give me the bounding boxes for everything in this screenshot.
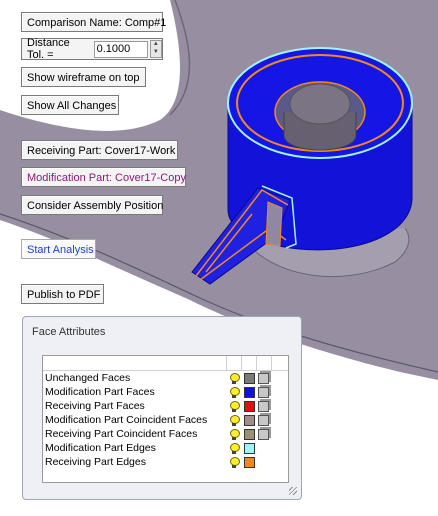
face-attribute-label: Receiving Part Faces xyxy=(45,400,145,412)
spin-up-icon[interactable]: ▲ xyxy=(151,41,161,49)
color-swatch[interactable] xyxy=(244,428,255,440)
show-wireframe-button[interactable]: Show wireframe on top xyxy=(21,67,146,87)
header-visibility-col xyxy=(227,356,242,370)
lightbulb-icon[interactable] xyxy=(229,456,240,468)
show-all-changes-button[interactable]: Show All Changes xyxy=(21,95,119,115)
list-header xyxy=(43,356,288,371)
header-style-col xyxy=(257,356,272,370)
modification-part-button[interactable]: Modification Part: Cover17-Copy xyxy=(21,167,186,187)
face-attribute-row[interactable]: Modification Part Edges xyxy=(43,441,288,455)
face-attribute-row[interactable]: Modification Part Faces xyxy=(43,385,288,399)
publish-pdf-button[interactable]: Publish to PDF xyxy=(21,284,104,304)
header-label-col xyxy=(43,356,227,370)
face-attribute-row[interactable]: Receiving Part Edges xyxy=(43,455,288,469)
face-attribute-label: Receiving Part Edges xyxy=(45,456,146,468)
lightbulb-icon[interactable] xyxy=(229,414,240,426)
face-attribute-rows: Unchanged Faces Modification Part Faces Re… xyxy=(43,371,288,469)
display-style-icon[interactable] xyxy=(258,386,269,398)
lightbulb-icon[interactable] xyxy=(229,428,240,440)
display-style-icon[interactable] xyxy=(258,414,269,426)
spin-down-icon[interactable]: ▼ xyxy=(151,49,161,57)
color-swatch[interactable] xyxy=(244,400,255,412)
distance-tolerance-field: Distance Tol. = ▲ ▼ xyxy=(21,37,163,61)
face-attribute-label: Modification Part Edges xyxy=(45,442,156,454)
face-attribute-label: Unchanged Faces xyxy=(45,372,131,384)
face-attribute-label: Receiving Part Coincident Faces xyxy=(45,428,198,440)
face-attribute-row[interactable]: Receiving Part Coincident Faces xyxy=(43,427,288,441)
lightbulb-icon[interactable] xyxy=(229,442,240,454)
face-attributes-list: Unchanged Faces Modification Part Faces Re… xyxy=(42,355,289,483)
display-style-icon[interactable] xyxy=(258,372,269,384)
comparison-name-label: Comparison Name: Comp#1 xyxy=(21,12,166,32)
lightbulb-icon[interactable] xyxy=(229,372,240,384)
distance-tol-label: Distance Tol. = xyxy=(27,37,70,61)
distance-tol-input[interactable] xyxy=(93,40,148,58)
color-swatch[interactable] xyxy=(244,442,255,454)
header-color-col xyxy=(242,356,257,370)
display-style-icon[interactable] xyxy=(258,400,269,412)
display-style-icon[interactable] xyxy=(258,428,269,440)
consider-assembly-button[interactable]: Consider Assembly Position xyxy=(21,195,163,215)
face-attribute-label: Modification Part Faces xyxy=(45,386,155,398)
face-attributes-panel: Face Attributes Unchanged Faces Modificat… xyxy=(22,316,302,500)
face-attribute-label: Modification Part Coincident Faces xyxy=(45,414,208,426)
color-swatch[interactable] xyxy=(244,414,255,426)
distance-tol-spinner[interactable]: ▲ ▼ xyxy=(149,40,162,58)
face-attribute-row[interactable]: Modification Part Coincident Faces xyxy=(43,413,288,427)
lightbulb-icon[interactable] xyxy=(229,386,240,398)
receiving-part-button[interactable]: Receiving Part: Cover17-Work xyxy=(21,140,178,160)
face-attribute-row[interactable]: Unchanged Faces xyxy=(43,371,288,385)
face-attributes-title: Face Attributes xyxy=(32,326,106,338)
resize-grip-icon[interactable] xyxy=(289,487,297,495)
color-swatch[interactable] xyxy=(244,372,255,384)
lightbulb-icon[interactable] xyxy=(229,400,240,412)
color-swatch[interactable] xyxy=(244,386,255,398)
start-analysis-button[interactable]: Start Analysis xyxy=(21,239,96,259)
face-attribute-row[interactable]: Receiving Part Faces xyxy=(43,399,288,413)
color-swatch[interactable] xyxy=(244,456,255,468)
